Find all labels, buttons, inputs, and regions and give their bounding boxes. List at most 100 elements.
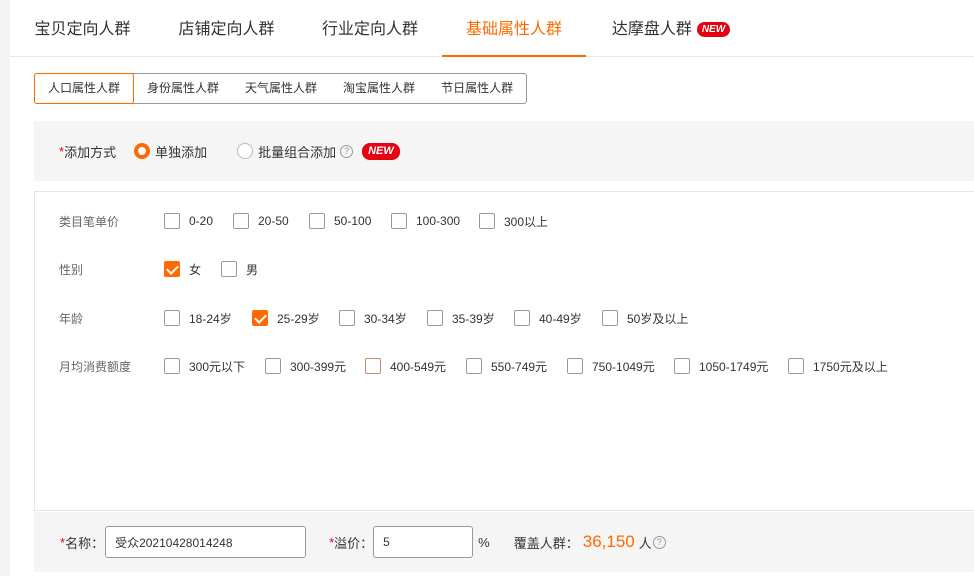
- new-badge: NEW: [362, 142, 400, 160]
- checkbox-label: 300元以下: [189, 359, 246, 374]
- checkbox-price-20-50[interactable]: 20-50: [233, 213, 289, 229]
- checkbox-spend-1050-1749[interactable]: 1050-1749元: [674, 358, 768, 375]
- radio-dot: [134, 143, 151, 159]
- checkbox-box: [427, 310, 443, 326]
- subtab-demographic[interactable]: 人口属性人群: [34, 73, 135, 104]
- checkbox-label: 25-29岁: [277, 311, 320, 326]
- checkbox-spend-under-300[interactable]: 300元以下: [164, 358, 245, 375]
- checkbox-label: 550-749元: [491, 359, 548, 374]
- checkbox-label: 0-20: [189, 214, 214, 228]
- new-badge: NEW: [696, 22, 731, 37]
- checkbox-label: 300以上: [504, 214, 549, 229]
- checkbox-box: [309, 213, 325, 229]
- name-input[interactable]: [105, 526, 307, 558]
- checkbox-label: 女: [189, 262, 202, 277]
- checkbox-spend-550-749[interactable]: 550-749元: [466, 358, 547, 375]
- tab-basic-attribute-audience[interactable]: 基础属性人群: [442, 0, 586, 57]
- add-mode-label: 添加方式: [64, 144, 117, 160]
- checkbox-box: [788, 358, 804, 374]
- checkbox-box: [365, 358, 381, 374]
- coverage-label: 覆盖人群：: [513, 535, 579, 551]
- checkbox-age-18-24[interactable]: 18-24岁: [164, 310, 232, 327]
- subtab-holiday[interactable]: 节日属性人群: [428, 74, 526, 103]
- checkbox-box: [567, 358, 583, 374]
- checkbox-spend-750-1049[interactable]: 750-1049元: [567, 358, 655, 375]
- checkbox-box: [339, 310, 355, 326]
- checkbox-label: 35-39岁: [452, 311, 495, 326]
- tab-shop-audience[interactable]: 店铺定向人群: [155, 0, 298, 57]
- checkbox-label: 1750元及以上: [813, 359, 888, 374]
- checkbox-price-50-100[interactable]: 50-100: [309, 213, 371, 229]
- coverage-unit: 人: [638, 535, 652, 551]
- checkbox-age-30-34[interactable]: 30-34岁: [339, 310, 407, 327]
- radio-label: 单独添加: [155, 144, 208, 160]
- radio-batch-add[interactable]: 批量组合添加: [237, 142, 336, 161]
- premium-input[interactable]: [373, 526, 474, 558]
- checkbox-box: [164, 213, 180, 229]
- tab-label: 宝贝定向人群: [34, 21, 131, 38]
- main-tabs: 宝贝定向人群 店铺定向人群 行业定向人群 基础属性人群 达摩盘人群 NEW: [10, 0, 974, 57]
- sub-tabs: 人口属性人群 身份属性人群 天气属性人群 淘宝属性人群 节日属性人群: [34, 73, 528, 104]
- checkbox-spend-1750-plus[interactable]: 1750元及以上: [788, 358, 888, 375]
- checkbox-spend-300-399[interactable]: 300-399元: [265, 358, 346, 375]
- tab-label: 行业定向人群: [321, 21, 418, 38]
- checkbox-label: 18-24岁: [189, 311, 232, 326]
- help-icon[interactable]: ?: [652, 535, 666, 549]
- checkbox-price-100-300[interactable]: 100-300: [391, 213, 460, 229]
- checkbox-gender-female[interactable]: 女: [164, 261, 201, 278]
- checkbox-spend-400-549[interactable]: 400-549元: [365, 358, 446, 375]
- premium-label: 溢价：: [334, 535, 374, 551]
- checkbox-box: [602, 310, 618, 326]
- checkbox-label: 50岁及以上: [627, 311, 689, 326]
- checkbox-box: [233, 213, 249, 229]
- row-label: 性别: [59, 262, 84, 277]
- checkbox-box: [479, 213, 495, 229]
- checkbox-age-35-39[interactable]: 35-39岁: [427, 310, 495, 327]
- checkbox-label: 40-49岁: [539, 311, 582, 326]
- checkbox-label: 30-34岁: [364, 311, 407, 326]
- tab-label: 基础属性人群: [465, 21, 562, 38]
- checkbox-box: [265, 358, 281, 374]
- tab-item-audience[interactable]: 宝贝定向人群: [10, 0, 155, 57]
- checkbox-box: [514, 310, 530, 326]
- checkbox-label: 100-300: [416, 214, 461, 228]
- subtab-taobao[interactable]: 淘宝属性人群: [330, 74, 428, 103]
- attribute-options: 类目笔单价 0-20 20-50 50-100 100-300 300以上 性别…: [34, 191, 974, 511]
- audience-panel: 宝贝定向人群 店铺定向人群 行业定向人群 基础属性人群 达摩盘人群 NEW 人口属…: [10, 0, 974, 576]
- checkbox-age-50-plus[interactable]: 50岁及以上: [602, 310, 688, 327]
- checkbox-label: 男: [246, 262, 259, 277]
- checkbox-box: [466, 358, 482, 374]
- checkbox-label: 750-1049元: [592, 359, 655, 374]
- add-mode-row: * 添加方式 单独添加 批量组合添加 ? NEW: [34, 121, 974, 181]
- checkbox-box: [674, 358, 690, 374]
- radio-single-add[interactable]: 单独添加: [134, 142, 207, 161]
- checkbox-box: [164, 261, 180, 277]
- premium-unit: %: [478, 534, 490, 550]
- checkbox-box: [164, 358, 180, 374]
- checkbox-box: [164, 310, 180, 326]
- row-label: 类目笔单价: [59, 214, 120, 229]
- tab-damopan-audience[interactable]: 达摩盘人群 NEW: [586, 0, 756, 57]
- tab-label: 店铺定向人群: [178, 21, 275, 38]
- subtab-identity[interactable]: 身份属性人群: [134, 74, 232, 103]
- tab-industry-audience[interactable]: 行业定向人群: [298, 0, 442, 57]
- help-icon[interactable]: ?: [340, 144, 354, 158]
- radio-label: 批量组合添加: [258, 144, 337, 160]
- subtab-weather[interactable]: 天气属性人群: [232, 74, 330, 103]
- checkbox-label: 50-100: [334, 214, 372, 228]
- audience-footer: * 名称： * 溢价： % 覆盖人群： 36,150 人 ?: [34, 512, 974, 572]
- checkbox-age-40-49[interactable]: 40-49岁: [514, 310, 582, 327]
- checkbox-box: [391, 213, 407, 229]
- checkbox-price-0-20[interactable]: 0-20: [164, 213, 213, 229]
- tab-label: 达摩盘人群: [611, 21, 692, 38]
- checkbox-label: 300-399元: [290, 359, 347, 374]
- checkbox-box: [221, 261, 237, 277]
- checkbox-price-300-plus[interactable]: 300以上: [479, 213, 548, 230]
- name-label: 名称：: [65, 535, 105, 551]
- checkbox-gender-male[interactable]: 男: [221, 261, 258, 278]
- row-label: 年龄: [59, 311, 84, 326]
- checkbox-label: 400-549元: [390, 359, 447, 374]
- page: 宝贝定向人群 店铺定向人群 行业定向人群 基础属性人群 达摩盘人群 NEW 人口属…: [0, 0, 974, 576]
- row-label: 月均消费额度: [59, 359, 132, 374]
- checkbox-age-25-29[interactable]: 25-29岁: [252, 310, 320, 327]
